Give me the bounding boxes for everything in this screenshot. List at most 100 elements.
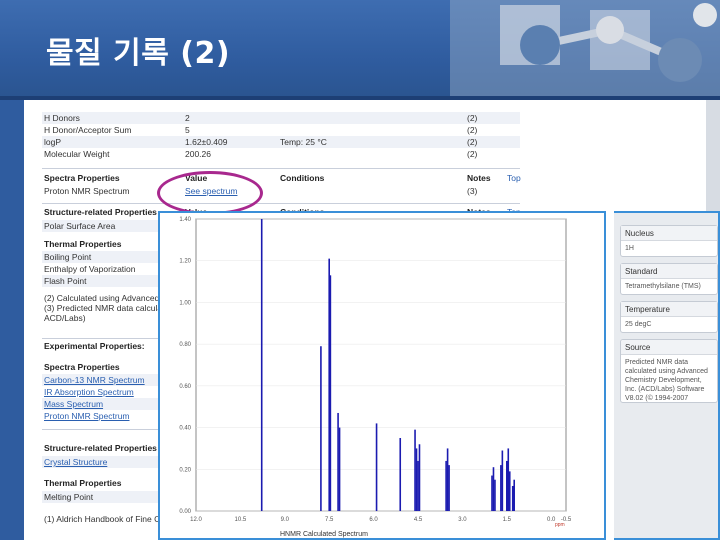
proton-nmr-link[interactable]: Proton NMR Spectrum <box>44 411 130 421</box>
section-heading: Thermal Properties <box>44 239 122 249</box>
spectrum-peak <box>513 479 515 511</box>
spectrum-peak <box>375 423 378 511</box>
x-tick-label: 10.5 <box>235 517 247 523</box>
plot-area <box>195 218 567 512</box>
x-tick-label: 6.0 <box>369 517 378 523</box>
molecule-decoration <box>450 0 720 100</box>
footnote: ACD/Labs) <box>42 312 158 324</box>
x-unit-label: ppm <box>555 522 565 528</box>
spectrum-peak <box>501 450 504 511</box>
property-notes: (3) <box>467 186 478 196</box>
spectrum-peak <box>414 429 416 511</box>
temperature-value: 25 degC <box>625 321 652 328</box>
section-heading: Spectra Properties <box>44 362 120 372</box>
section-heading: Structure-related Properties <box>44 443 157 453</box>
slide-header: 물질 기록 (2) <box>0 0 720 100</box>
list-item: Structure-related Properties <box>42 442 158 454</box>
section-heading: Experimental Properties: <box>44 341 145 351</box>
spectrum-window: 1.40 1.20 1.00 0.80 0.60 0.40 0.20 0.00 12.0 10.… <box>158 211 606 540</box>
nucleus-heading: Nucleus <box>621 226 717 241</box>
y-tick-label: 1.20 <box>179 259 191 265</box>
notes-column-heading: Notes <box>467 173 491 183</box>
nmr-spectrum-chart: 1.40 1.20 1.00 0.80 0.60 0.40 0.20 0.00 12.0 10.… <box>160 213 604 538</box>
property-notes: (2) <box>467 137 478 147</box>
source-box: Source Predicted NMR data calculated usi… <box>620 339 718 403</box>
spectrum-peak <box>337 412 339 511</box>
list-item: Experimental Properties: <box>42 340 158 352</box>
page-scrollbar[interactable] <box>706 100 720 211</box>
list-item: Boiling Point <box>42 251 158 263</box>
list-item: Crystal Structure <box>42 456 158 468</box>
spectrum-peak <box>508 471 511 511</box>
y-tick-label: 1.00 <box>179 300 191 306</box>
x-tick-label: 4.5 <box>414 517 423 523</box>
property-name: logP <box>44 137 62 147</box>
temperature-heading: Temperature <box>621 302 717 317</box>
label-text: Boiling Point <box>44 252 92 262</box>
property-notes: (2) <box>467 125 478 135</box>
spectra-header-row: Spectra Properties Value Conditions Note… <box>42 172 521 184</box>
table-divider <box>42 429 158 430</box>
spectrum-peak <box>446 448 449 511</box>
list-item: IR Absorption Spectrum <box>42 386 158 398</box>
property-name: Molecular Weight <box>44 149 110 159</box>
top-link[interactable]: Top <box>507 173 521 183</box>
spectrum-peak <box>329 275 332 511</box>
list-item: Proton NMR Spectrum <box>42 410 158 422</box>
list-item: Spectra Properties <box>42 361 158 373</box>
spectrum-peak <box>492 467 495 511</box>
property-name: Proton NMR Spectrum <box>44 186 130 196</box>
list-item: Enthalpy of Vaporization <box>42 263 158 275</box>
table-row: Molecular Weight 200.26 (2) <box>42 148 520 160</box>
spectrum-peak <box>494 479 496 511</box>
crystal-structure-link[interactable]: Crystal Structure <box>44 457 107 467</box>
footnote-text: ACD/Labs) <box>44 313 86 323</box>
list-item: Carbon-13 NMR Spectrum <box>42 374 158 386</box>
spectrum-peak <box>415 448 418 511</box>
y-tick-label: 0.80 <box>179 342 191 348</box>
table-divider <box>42 203 520 204</box>
ir-spectrum-link[interactable]: IR Absorption Spectrum <box>44 387 134 397</box>
section-heading: Thermal Properties <box>44 478 122 488</box>
slide-title: 물질 기록 (2) <box>46 36 231 71</box>
label-text: Polar Surface Area <box>44 221 116 231</box>
spectrum-peak <box>507 448 510 511</box>
source-value: Predicted NMR data calculated using Adva… <box>625 359 708 402</box>
property-conditions: Temp: 25 °C <box>280 137 327 147</box>
property-value: 5 <box>185 125 190 135</box>
table-row: Proton NMR Spectrum See spectrum (3) <box>42 185 520 197</box>
table-divider <box>42 338 158 339</box>
property-name: H Donors <box>44 113 80 123</box>
x-tick-label: 9.0 <box>281 517 290 523</box>
structure-properties-heading: Structure-related Properties <box>44 207 157 217</box>
spectrum-peak <box>500 465 502 511</box>
y-tick-label: 0.00 <box>179 509 191 515</box>
x-tick-label: 3.0 <box>458 517 467 523</box>
spectrum-peak <box>506 460 508 511</box>
spectrum-title: HNMR Calculated Spectrum <box>280 531 368 538</box>
list-item: Thermal Properties <box>42 477 158 489</box>
x-tick-label: 7.5 <box>325 517 334 523</box>
property-value: 1.62±0.409 <box>185 137 228 147</box>
table-row: logP 1.62±0.409 Temp: 25 °C (2) <box>42 136 520 148</box>
spectrum-peak <box>511 485 514 511</box>
conditions-column-heading: Conditions <box>280 173 325 183</box>
footnote: (1) Aldrich Handbook of Fine Ch <box>42 513 165 525</box>
y-tick-label: 1.40 <box>179 217 191 223</box>
table-row: H Donor/Acceptor Sum 5 (2) <box>42 124 520 136</box>
list-item: Melting Point <box>42 491 158 503</box>
property-value: 200.26 <box>185 149 211 159</box>
property-value: 2 <box>185 113 190 123</box>
label-text: Flash Point <box>44 276 87 286</box>
table-row: H Donors 2 (2) <box>42 112 520 124</box>
property-name: H Donor/Acceptor Sum <box>44 125 132 135</box>
mass-spectrum-link[interactable]: Mass Spectrum <box>44 399 103 409</box>
nucleus-box: Nucleus 1H <box>620 225 718 257</box>
nucleus-value: 1H <box>625 245 634 252</box>
spectrum-peak <box>417 460 419 511</box>
label-text: Melting Point <box>44 492 94 502</box>
standard-value: Tetramethylsilane (TMS) <box>625 283 701 290</box>
x-tick-label: 12.0 <box>190 517 202 523</box>
spectrum-peak <box>445 460 447 511</box>
carbon-13-link[interactable]: Carbon-13 NMR Spectrum <box>44 375 145 385</box>
